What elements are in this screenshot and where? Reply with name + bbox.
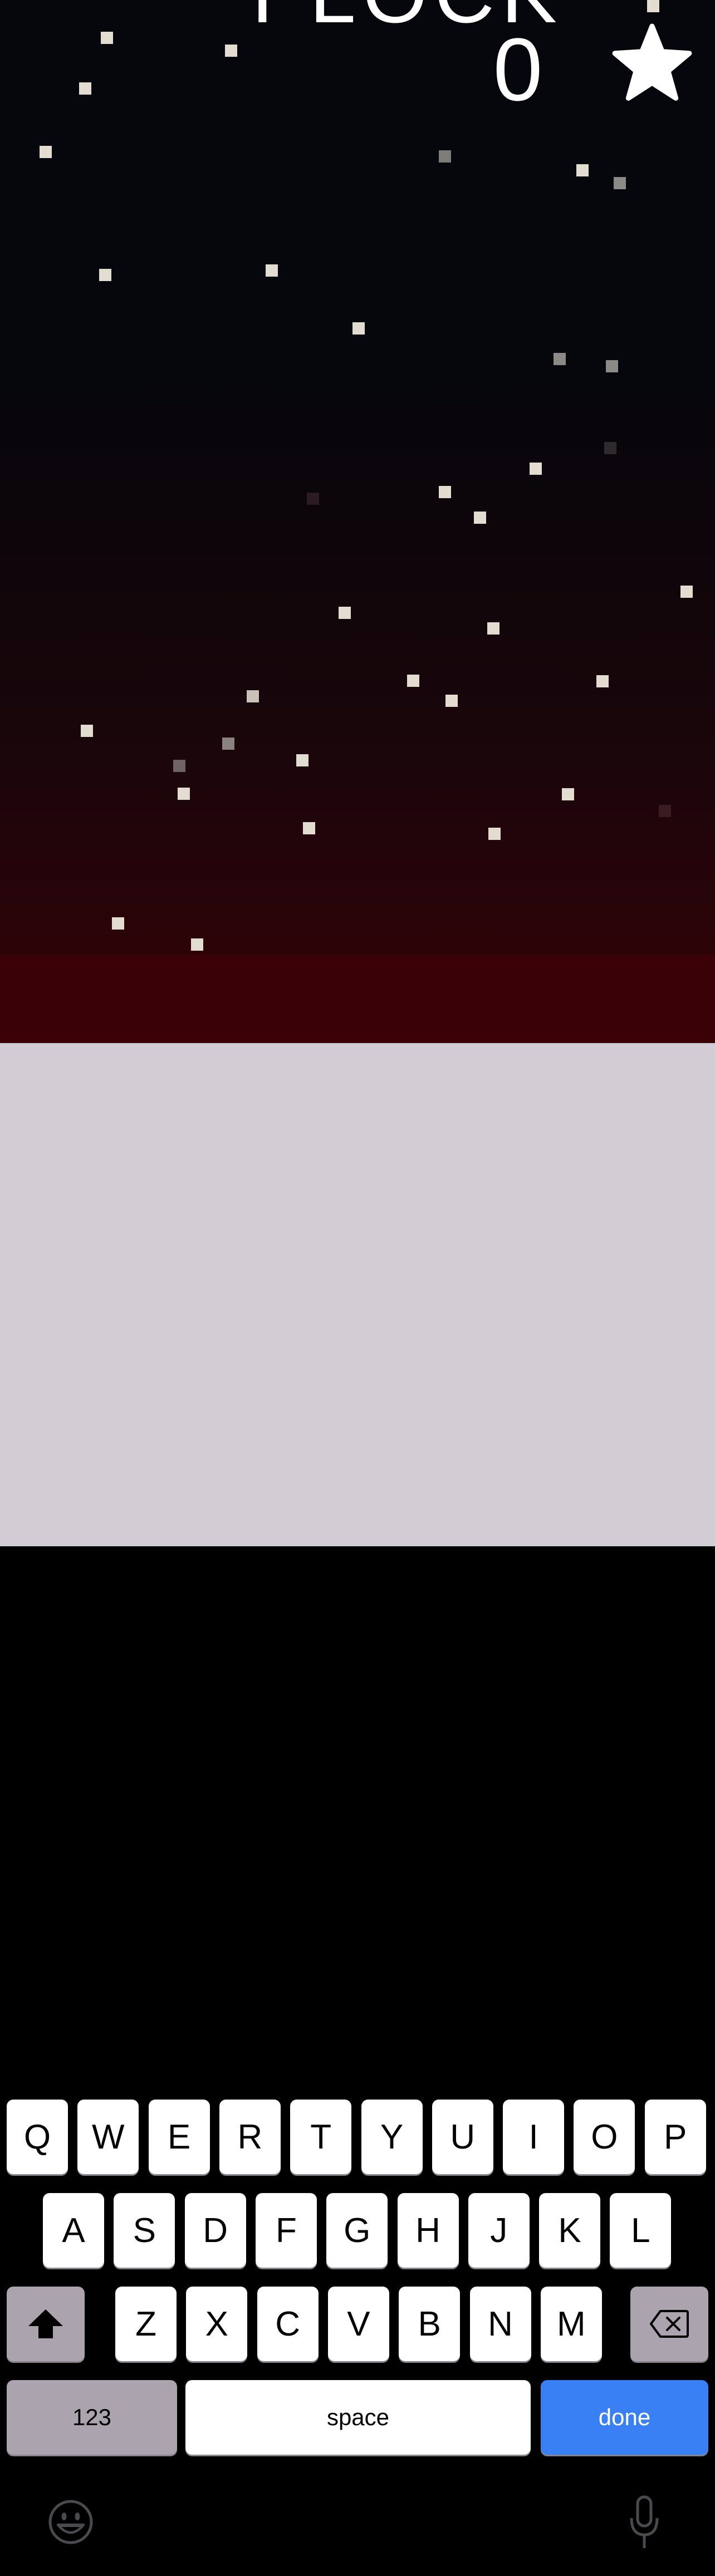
flock-particle xyxy=(647,0,659,12)
key-h[interactable]: H xyxy=(397,2193,459,2268)
flock-particle xyxy=(659,805,671,817)
key-e[interactable]: E xyxy=(148,2100,210,2174)
flock-particle xyxy=(530,463,542,475)
key-o[interactable]: O xyxy=(574,2100,635,2174)
flock-particle xyxy=(191,938,203,951)
flock-particle xyxy=(178,788,190,800)
key-y[interactable]: Y xyxy=(361,2100,423,2174)
flock-particle xyxy=(296,754,308,766)
game-area[interactable]: FLOCK 0 xyxy=(0,0,715,1043)
flock-particle xyxy=(79,82,91,95)
key-a[interactable]: A xyxy=(43,2193,104,2268)
flock-particle xyxy=(562,788,574,800)
flock-particle xyxy=(604,442,616,454)
flock-particle xyxy=(40,146,52,158)
key-p[interactable]: P xyxy=(644,2100,706,2174)
flock-particle xyxy=(352,322,365,335)
key-b[interactable]: B xyxy=(399,2287,461,2361)
key-z[interactable]: Z xyxy=(115,2287,177,2361)
flock-particle xyxy=(445,695,458,707)
delete-icon xyxy=(650,2310,689,2338)
floor-band xyxy=(0,955,715,1043)
done-key[interactable]: done xyxy=(541,2380,708,2455)
space-key[interactable]: space xyxy=(185,2380,531,2455)
key-d[interactable]: D xyxy=(184,2193,246,2268)
microphone-icon[interactable] xyxy=(628,2495,660,2550)
flock-particle xyxy=(474,512,486,524)
key-i[interactable]: I xyxy=(503,2100,565,2174)
key-w[interactable]: W xyxy=(77,2100,139,2174)
key-v[interactable]: V xyxy=(327,2287,389,2361)
key-t[interactable]: T xyxy=(290,2100,352,2174)
key-n[interactable]: N xyxy=(469,2287,531,2361)
flock-particle xyxy=(606,360,618,372)
flock-particle xyxy=(81,725,93,737)
home-indicator[interactable] xyxy=(230,2568,485,2576)
star-icon[interactable] xyxy=(610,22,694,105)
flock-particle xyxy=(112,917,124,930)
shift-key[interactable] xyxy=(7,2287,85,2361)
key-c[interactable]: C xyxy=(257,2287,319,2361)
flock-particle xyxy=(307,493,319,505)
key-s[interactable]: S xyxy=(114,2193,175,2268)
flock-particle xyxy=(266,264,278,277)
key-l[interactable]: L xyxy=(610,2193,672,2268)
flock-particle xyxy=(680,586,693,598)
score-counter: 0 xyxy=(493,19,543,119)
key-j[interactable]: J xyxy=(468,2193,530,2268)
shift-icon xyxy=(28,2309,63,2338)
flock-particle xyxy=(173,760,185,772)
flock-particle xyxy=(596,675,609,687)
flock-particle xyxy=(614,177,626,189)
flock-particle xyxy=(99,269,111,281)
key-r[interactable]: R xyxy=(219,2100,281,2174)
flock-particle xyxy=(576,164,589,176)
key-g[interactable]: G xyxy=(326,2193,388,2268)
flock-particle xyxy=(439,486,451,498)
flock-particle xyxy=(225,45,237,57)
flock-particle xyxy=(247,690,259,702)
flock-particle xyxy=(339,607,351,619)
key-k[interactable]: K xyxy=(539,2193,601,2268)
emoji-icon[interactable] xyxy=(48,2499,94,2545)
flock-particle xyxy=(488,828,501,840)
flock-particle xyxy=(222,738,234,750)
key-f[interactable]: F xyxy=(255,2193,317,2268)
numbers-key[interactable]: 123 xyxy=(7,2380,177,2455)
key-x[interactable]: X xyxy=(186,2287,248,2361)
flock-particle xyxy=(554,353,566,365)
flock-particle xyxy=(487,622,499,635)
flock-particle xyxy=(303,822,315,834)
delete-key[interactable] xyxy=(630,2287,708,2361)
key-q[interactable]: Q xyxy=(7,2100,68,2174)
key-u[interactable]: U xyxy=(432,2100,493,2174)
key-m[interactable]: M xyxy=(540,2287,602,2361)
flock-particle xyxy=(407,675,419,687)
flock-particle xyxy=(101,32,113,44)
on-screen-keyboard: QWERTYUIOP ASDFGHJKL ZXCVBNM 123 space d… xyxy=(0,1043,715,2576)
flock-particle xyxy=(439,150,451,163)
